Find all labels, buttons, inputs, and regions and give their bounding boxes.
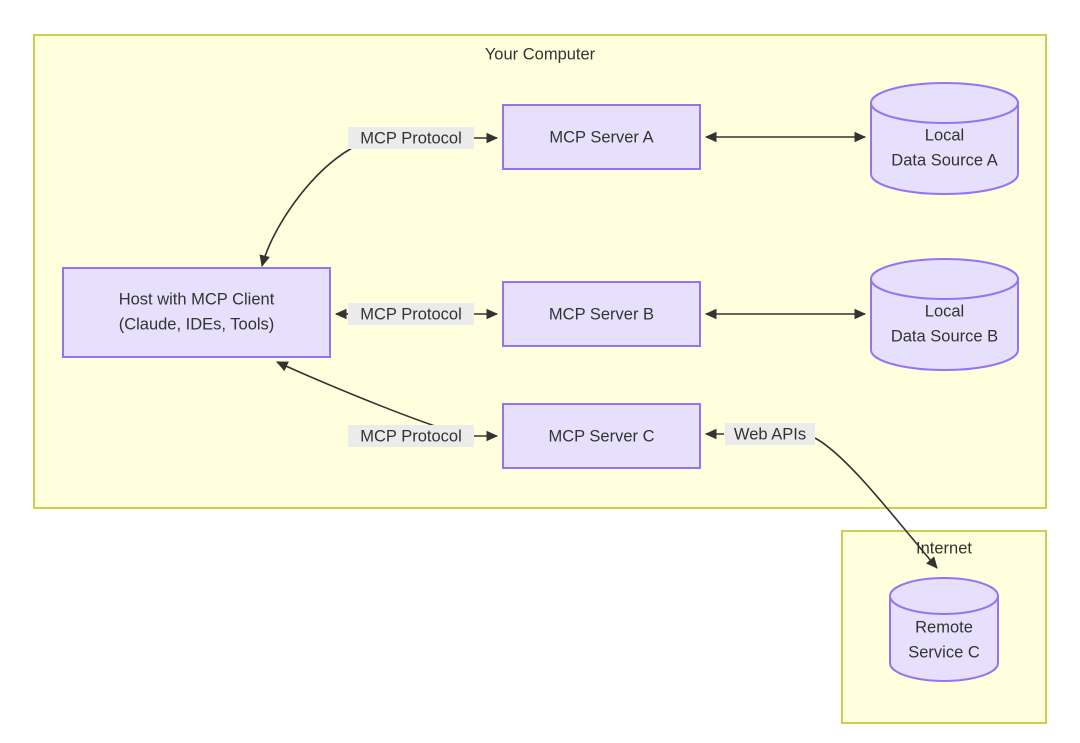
node-mcp-server-a-label: MCP Server A (549, 128, 653, 146)
node-remote-service-c[interactable]: Remote Service C (889, 577, 999, 682)
node-remote-service-c-top (889, 577, 999, 615)
edge-label-mcp-protocol-c-text: MCP Protocol (360, 427, 461, 445)
edge-label-mcp-protocol-a-text: MCP Protocol (360, 129, 461, 147)
node-local-data-source-a-label-line1: Local (925, 126, 964, 144)
edge-label-mcp-protocol-a: MCP Protocol (348, 127, 474, 149)
node-mcp-server-b-label: MCP Server B (549, 305, 654, 323)
node-remote-service-c-label-line1: Remote (915, 618, 973, 636)
edge-label-mcp-protocol-b: MCP Protocol (348, 303, 474, 325)
node-local-data-source-a-label-line2: Data Source A (891, 151, 997, 169)
diagram-canvas: Your Computer Internet MCP Server A Host… (33, 34, 1047, 724)
node-local-data-source-a-top (870, 82, 1019, 124)
node-host-with-mcp-client-label-line2: (Claude, IDEs, Tools) (119, 315, 275, 333)
node-mcp-server-c[interactable]: MCP Server C (502, 403, 701, 469)
node-mcp-server-b[interactable]: MCP Server B (502, 281, 701, 347)
node-host-with-mcp-client-box[interactable] (62, 267, 331, 358)
group-your-computer-label: Your Computer (485, 45, 596, 63)
node-local-data-source-b-label-line2: Data Source B (891, 327, 998, 345)
group-internet-label: Internet (916, 539, 972, 557)
node-host-with-mcp-client-label-line1: Host with MCP Client (119, 290, 275, 308)
edge-label-mcp-protocol-b-text: MCP Protocol (360, 305, 461, 323)
node-remote-service-c-label-line2: Service C (908, 643, 980, 661)
node-mcp-server-c-label: MCP Server C (548, 427, 654, 445)
edge-label-web-apis-text: Web APIs (734, 425, 806, 443)
node-host-with-mcp-client[interactable]: Host with MCP Client (Claude, IDEs, Tool… (62, 267, 331, 358)
node-local-data-source-b[interactable]: Local Data Source B (870, 258, 1019, 371)
mcp-architecture-diagram: Your Computer Internet MCP Server A Host… (0, 0, 1080, 743)
node-local-data-source-b-top (870, 258, 1019, 300)
node-local-data-source-b-label-line1: Local (925, 302, 964, 320)
node-local-data-source-a[interactable]: Local Data Source A (870, 82, 1019, 195)
edge-label-mcp-protocol-c: MCP Protocol (348, 425, 474, 447)
node-mcp-server-a[interactable]: MCP Server A (502, 104, 701, 170)
edge-label-web-apis: Web APIs (725, 423, 815, 445)
